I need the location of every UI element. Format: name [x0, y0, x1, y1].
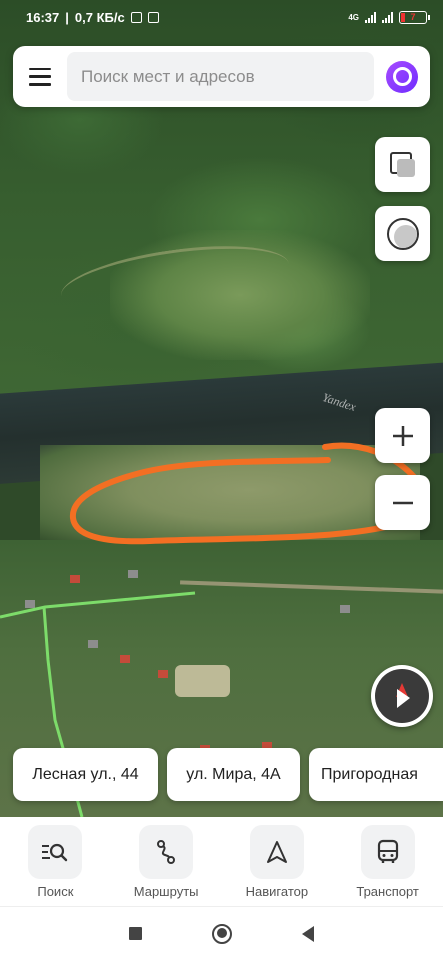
traffic-button[interactable]: [375, 206, 430, 261]
search-input[interactable]: [67, 52, 374, 101]
layers-icon: [389, 151, 416, 178]
bus-icon: [377, 839, 398, 863]
chip-label: ул. Мира, 4А: [186, 765, 281, 783]
status-time: 16:37: [26, 9, 60, 25]
battery-icon: 7: [399, 10, 430, 24]
compass-icon: [375, 669, 429, 723]
network-type: 4G: [348, 12, 359, 22]
zoom-in-button[interactable]: [375, 408, 430, 463]
bottom-navigation: Поиск Маршруты Навигатор Транспорт: [0, 817, 443, 907]
recents-icon[interactable]: [129, 927, 142, 940]
system-navigation-bar: [0, 907, 443, 960]
address-chip[interactable]: ул. Мира, 4А: [167, 748, 300, 801]
notification-icon: [130, 11, 142, 23]
plus-icon: [392, 425, 413, 446]
layers-button[interactable]: [375, 137, 430, 192]
back-icon[interactable]: [302, 925, 314, 942]
status-speed: 0,7 КБ/с: [74, 9, 125, 25]
nav-label: Поиск: [37, 884, 74, 899]
minus-icon: [392, 501, 413, 504]
nav-routes[interactable]: Маршруты: [116, 825, 216, 899]
signal-icon: [365, 11, 376, 23]
address-chip[interactable]: Лесная ул., 44: [13, 748, 158, 801]
chip-label: Пригородная: [321, 765, 418, 783]
search-list-icon: [42, 843, 68, 862]
menu-icon[interactable]: [29, 67, 51, 86]
address-chip[interactable]: Пригородная: [309, 748, 443, 801]
nav-label: Транспорт: [356, 884, 419, 899]
nav-label: Навигатор: [245, 884, 309, 899]
traffic-icon: [386, 217, 419, 250]
signal-icon: [382, 11, 393, 23]
chip-label: Лесная ул., 44: [32, 765, 139, 783]
nav-search[interactable]: Поиск: [5, 825, 105, 899]
upload-icon: [147, 11, 159, 23]
battery-level: 7: [410, 12, 416, 22]
nav-label: Маршруты: [133, 884, 199, 899]
home-icon[interactable]: [212, 923, 232, 944]
alice-assistant-icon[interactable]: [386, 60, 418, 93]
zoom-out-button[interactable]: [375, 475, 430, 530]
nav-navigator[interactable]: Навигатор: [227, 825, 327, 899]
status-bar: 16:37 | 0,7 КБ/с 4G 7: [0, 0, 443, 34]
route-icon: [157, 840, 176, 864]
search-card: [13, 46, 430, 107]
compass-button[interactable]: [371, 665, 433, 727]
navigator-arrow-icon: [266, 841, 287, 863]
nav-transport[interactable]: Транспорт: [338, 825, 438, 899]
